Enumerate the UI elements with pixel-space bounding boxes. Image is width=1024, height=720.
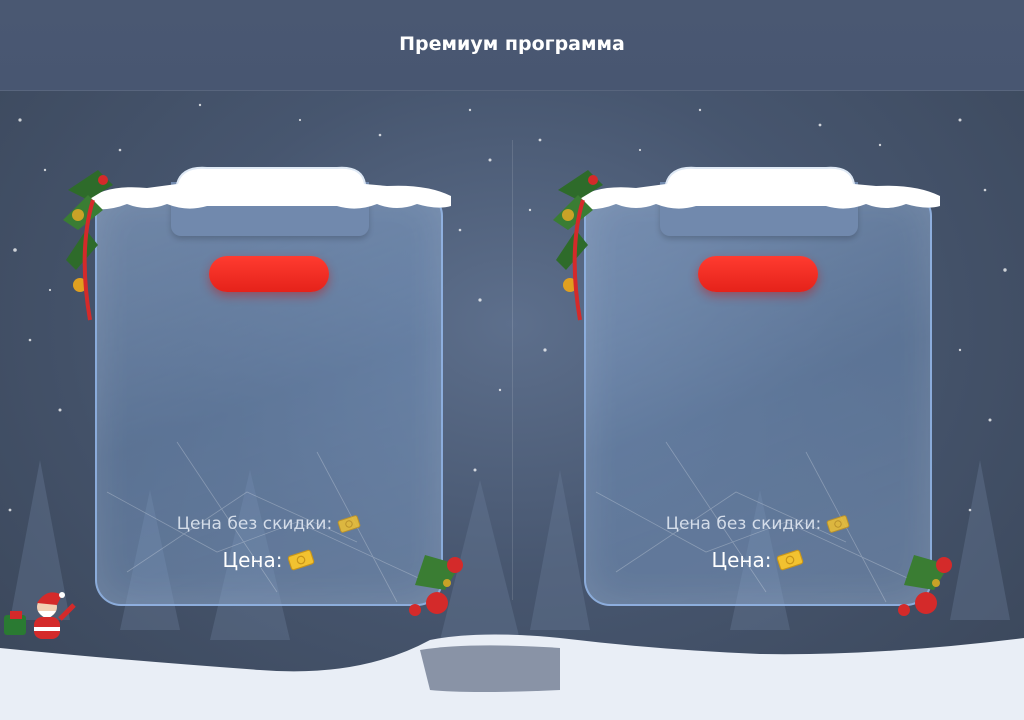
column-divider: [512, 140, 513, 600]
action-button[interactable]: [698, 256, 818, 292]
ice-texture: [106, 441, 428, 603]
price-label: Цена:: [222, 548, 283, 572]
ice-texture: [595, 441, 917, 603]
old-price-label: Цена без скидки:: [665, 514, 822, 534]
page-title: Премиум программа: [399, 33, 625, 55]
premium-card-1: Цена без скидки: Цена:: [87, 166, 451, 606]
card-header-tab: [171, 182, 369, 236]
price-row: Цена:: [586, 548, 930, 572]
premium-card-2: Цена без скидки: Цена:: [576, 166, 940, 606]
card-header-tab: [660, 182, 858, 236]
snowbank: [0, 634, 1024, 720]
price-label: Цена:: [711, 548, 772, 572]
ticket-icon: [288, 549, 315, 571]
old-price-row: Цена без скидки:: [586, 514, 930, 534]
old-price-row: Цена без скидки:: [97, 514, 441, 534]
header-bar: Премиум программа: [0, 0, 1024, 91]
ticket-icon: [777, 549, 804, 571]
ticket-icon: [826, 515, 850, 533]
santa-icon: [4, 592, 76, 639]
action-button[interactable]: [209, 256, 329, 292]
old-price-label: Цена без скидки:: [176, 514, 333, 534]
ticket-icon: [337, 515, 361, 533]
price-row: Цена:: [97, 548, 441, 572]
